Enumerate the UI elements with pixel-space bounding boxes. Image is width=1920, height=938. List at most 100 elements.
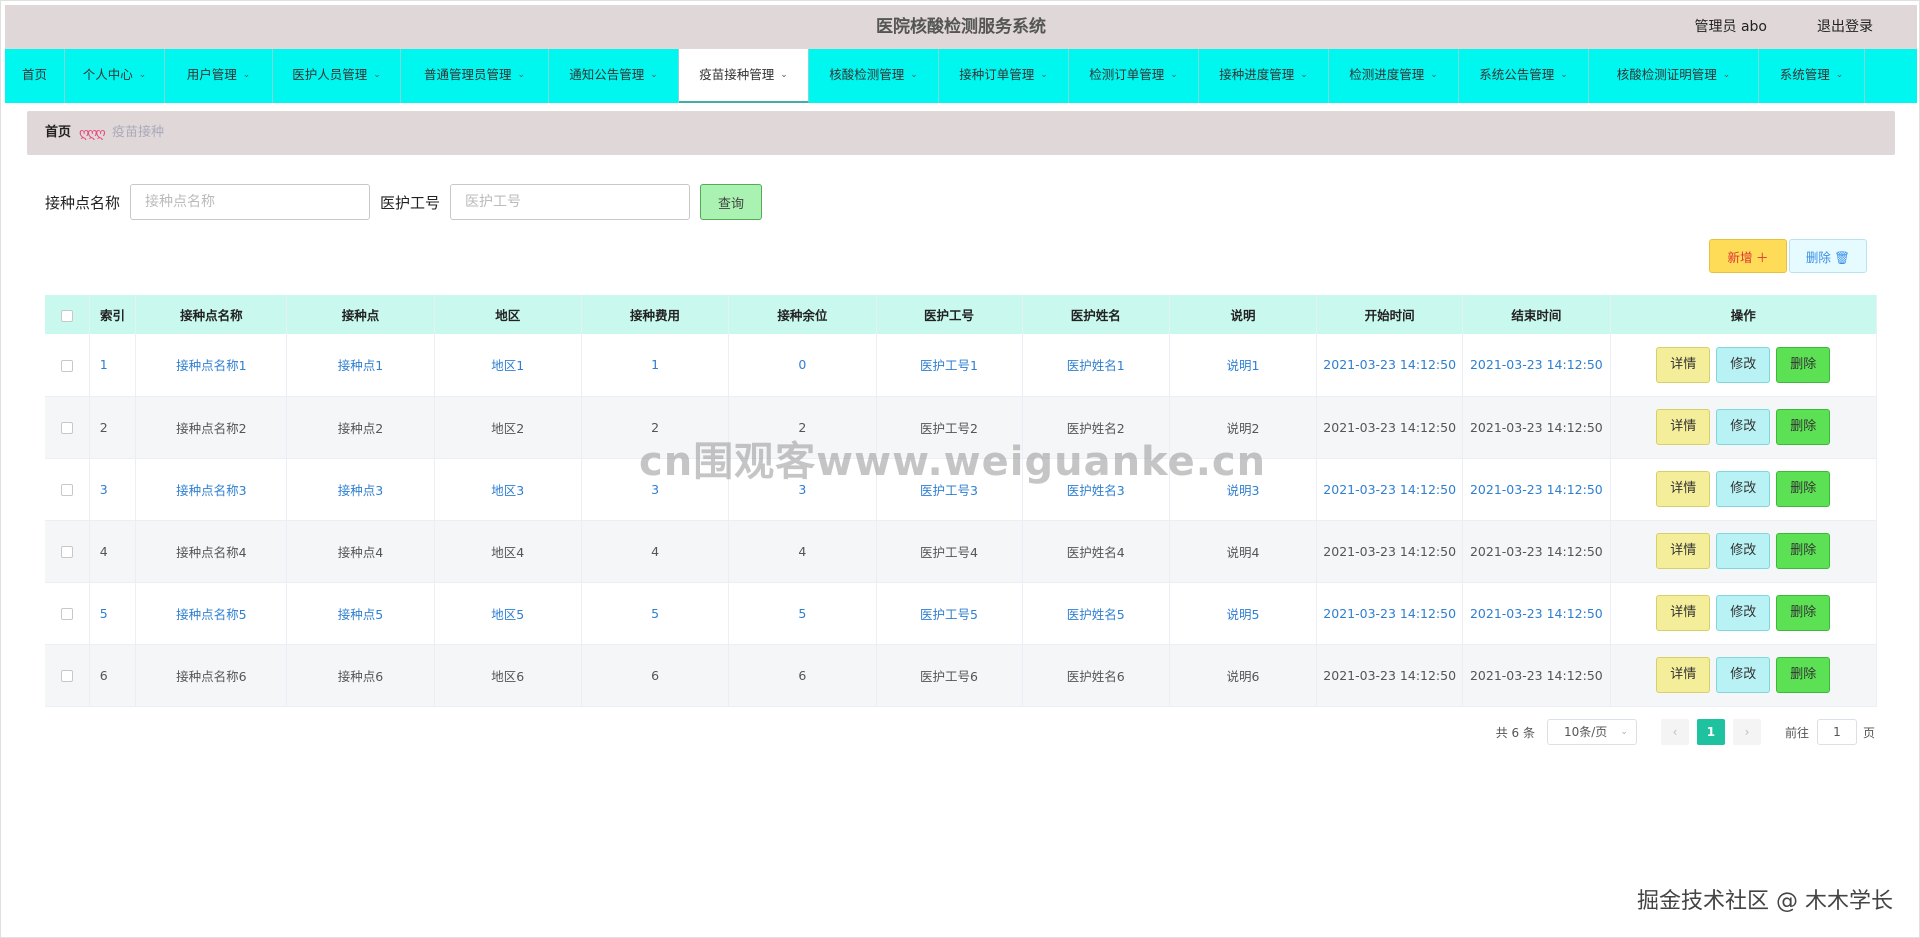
add-button[interactable]: 新增 ＋ — [1709, 239, 1787, 273]
table-row: 2 接种点名称2 接种点2 地区2 2 2 医护工号2 医护姓名2 说明2 2021-03-23 … — [45, 396, 1878, 459]
data-table: 索引 接种点名称 接种点 地区 接种费用 接种余位 医护工号 医护姓名 说明 开始时间 结束时间 操作… — [45, 295, 1878, 707]
app-title: 医院核酸检测服务系统 — [876, 17, 1046, 37]
cell-region: 地区1 — [434, 334, 582, 397]
edit-button[interactable]: 修改 — [1716, 533, 1771, 569]
breadcrumb-home[interactable]: 首页 — [45, 111, 71, 155]
column-header: 接种点 — [286, 295, 435, 334]
row-select-cell — [45, 396, 90, 459]
detail-button[interactable]: 详情 — [1656, 533, 1711, 569]
nav-item-label: 接种订单管理 — [959, 67, 1035, 82]
nav-item-0[interactable]: 首页 — [5, 49, 65, 103]
nav-item-label: 系统公告管理 — [1479, 67, 1555, 82]
cell-end: 2021-03-23 14:12:50 — [1462, 334, 1611, 397]
nav-item-7[interactable]: 核酸检测管理 ⌄ — [809, 49, 939, 103]
cell-end: 2021-03-23 14:12:50 — [1462, 644, 1611, 707]
cell-site-name: 接种点名称2 — [135, 396, 288, 459]
chevron-down-icon: ⌄ — [1722, 70, 1731, 80]
cell-note: 说明4 — [1169, 520, 1318, 583]
row-actions: 详情 修改 删除 — [1610, 334, 1878, 397]
cell-end: 2021-03-23 14:12:50 — [1462, 520, 1611, 583]
table-header-row: 索引 接种点名称 接种点 地区 接种费用 接种余位 医护工号 医护姓名 说明 开始时间 结束时间 操作 — [45, 295, 1878, 334]
search-form: 接种点名称 医护工号 查询 — [45, 183, 763, 221]
row-actions: 详情 修改 删除 — [1610, 396, 1878, 459]
cell-site: 接种点6 — [286, 644, 435, 707]
edit-button[interactable]: 修改 — [1716, 657, 1771, 693]
row-checkbox[interactable] — [60, 670, 73, 682]
detail-button[interactable]: 详情 — [1656, 409, 1711, 445]
chevron-down-icon: ⌄ — [650, 70, 658, 80]
current-user: 管理员 abo — [1694, 19, 1767, 35]
table-row: 5 接种点名称5 接种点5 地区5 5 5 医护工号5 医护姓名5 说明5 2021-03-23 … — [45, 582, 1878, 645]
cell-end: 2021-03-23 14:12:50 — [1462, 458, 1611, 521]
chevron-down-icon: ⌄ — [517, 70, 526, 80]
row-checkbox[interactable] — [60, 546, 73, 558]
row-actions: 详情 修改 删除 — [1610, 520, 1878, 583]
delete-row-button[interactable]: 删除 — [1776, 533, 1831, 569]
edit-button[interactable]: 修改 — [1716, 409, 1771, 445]
row-checkbox[interactable] — [60, 484, 73, 496]
nav-item-14[interactable]: 系统管理 ⌄ — [1759, 49, 1865, 103]
staff-no-label: 医护工号 — [380, 193, 441, 212]
nav-item-label: 医护人员管理 — [292, 67, 368, 82]
chevron-down-icon: ⌄ — [242, 70, 251, 80]
detail-button[interactable]: 详情 — [1656, 471, 1711, 507]
cell-site-name: 接种点名称5 — [135, 582, 288, 645]
delete-row-button[interactable]: 删除 — [1776, 409, 1831, 445]
prev-page-button[interactable]: ‹ — [1660, 719, 1689, 745]
nav-item-2[interactable]: 用户管理 ⌄ — [165, 49, 273, 103]
nav-item-label: 疫苗接种管理 — [699, 67, 775, 82]
column-header[interactable] — [45, 295, 90, 334]
cell-fee: 2 — [581, 396, 730, 459]
cell-remaining: 0 — [728, 334, 877, 397]
select-all-checkbox[interactable] — [60, 309, 73, 322]
site-name-input[interactable] — [130, 184, 371, 220]
batch-delete-button[interactable]: 删除 🗑 — [1789, 239, 1867, 273]
nav-item-label: 用户管理 — [186, 67, 237, 82]
nav-item-13[interactable]: 核酸检测证明管理 ⌄ — [1589, 49, 1759, 103]
nav-item-5[interactable]: 通知公告管理 ⌄ — [549, 49, 679, 103]
page-1-button[interactable]: 1 — [1696, 719, 1725, 745]
detail-button[interactable]: 详情 — [1656, 657, 1711, 693]
detail-button[interactable]: 详情 — [1656, 346, 1711, 383]
delete-row-button[interactable]: 删除 — [1776, 595, 1831, 631]
next-page-button[interactable]: › — [1732, 719, 1761, 745]
nav-item-6[interactable]: 疫苗接种管理 ⌄ — [679, 49, 809, 103]
nav-item-4[interactable]: 普通管理员管理 ⌄ — [401, 49, 549, 103]
nav-item-1[interactable]: 个人中心 ⌄ — [65, 49, 165, 103]
cell-site-name: 接种点名称4 — [135, 520, 288, 583]
row-checkbox[interactable] — [60, 608, 73, 620]
cell-region: 地区3 — [434, 458, 582, 521]
nav-item-10[interactable]: 接种进度管理 ⌄ — [1199, 49, 1329, 103]
chevron-down-icon: ⌄ — [1620, 727, 1628, 737]
cell-end: 2021-03-23 14:12:50 — [1462, 582, 1611, 645]
edit-button[interactable]: 修改 — [1716, 595, 1771, 631]
nav-item-8[interactable]: 接种订单管理 ⌄ — [939, 49, 1069, 103]
nav-item-3[interactable]: 医护人员管理 ⌄ — [273, 49, 401, 103]
cell-index: 6 — [89, 644, 137, 707]
goto-page-input[interactable] — [1816, 719, 1857, 745]
staff-no-input[interactable] — [450, 184, 691, 220]
cell-remaining: 4 — [728, 520, 877, 583]
nav-item-11[interactable]: 检测进度管理 ⌄ — [1329, 49, 1459, 103]
cell-index: 5 — [89, 582, 137, 645]
query-button[interactable]: 查询 — [700, 184, 763, 220]
detail-button[interactable]: 详情 — [1656, 595, 1711, 631]
delete-row-button[interactable]: 删除 — [1776, 471, 1831, 507]
nav-item-9[interactable]: 检测订单管理 ⌄ — [1069, 49, 1199, 103]
logout-link[interactable]: 退出登录 — [1817, 5, 1873, 49]
row-checkbox[interactable] — [60, 359, 73, 372]
page-unit-label: 页 — [1862, 725, 1875, 740]
chevron-down-icon: ⌄ — [138, 70, 147, 80]
edit-button[interactable]: 修改 — [1716, 346, 1771, 383]
app-window: 医院核酸检测服务系统 管理员 abo 退出登录 首页 个人中心 ⌄ 用户管理 ⌄ 医护人员… — [0, 0, 1920, 938]
row-checkbox[interactable] — [60, 422, 73, 434]
cell-site: 接种点4 — [286, 520, 435, 583]
page-size-select[interactable]: 10条/页 ⌄ — [1546, 719, 1637, 745]
nav-item-12[interactable]: 系统公告管理 ⌄ — [1459, 49, 1589, 103]
delete-row-button[interactable]: 删除 — [1776, 346, 1831, 383]
cell-fee: 6 — [581, 644, 730, 707]
delete-row-button[interactable]: 删除 — [1776, 657, 1831, 693]
cell-staff-name: 医护姓名4 — [1022, 520, 1170, 583]
chevron-down-icon: ⌄ — [1835, 70, 1844, 80]
edit-button[interactable]: 修改 — [1716, 471, 1771, 507]
